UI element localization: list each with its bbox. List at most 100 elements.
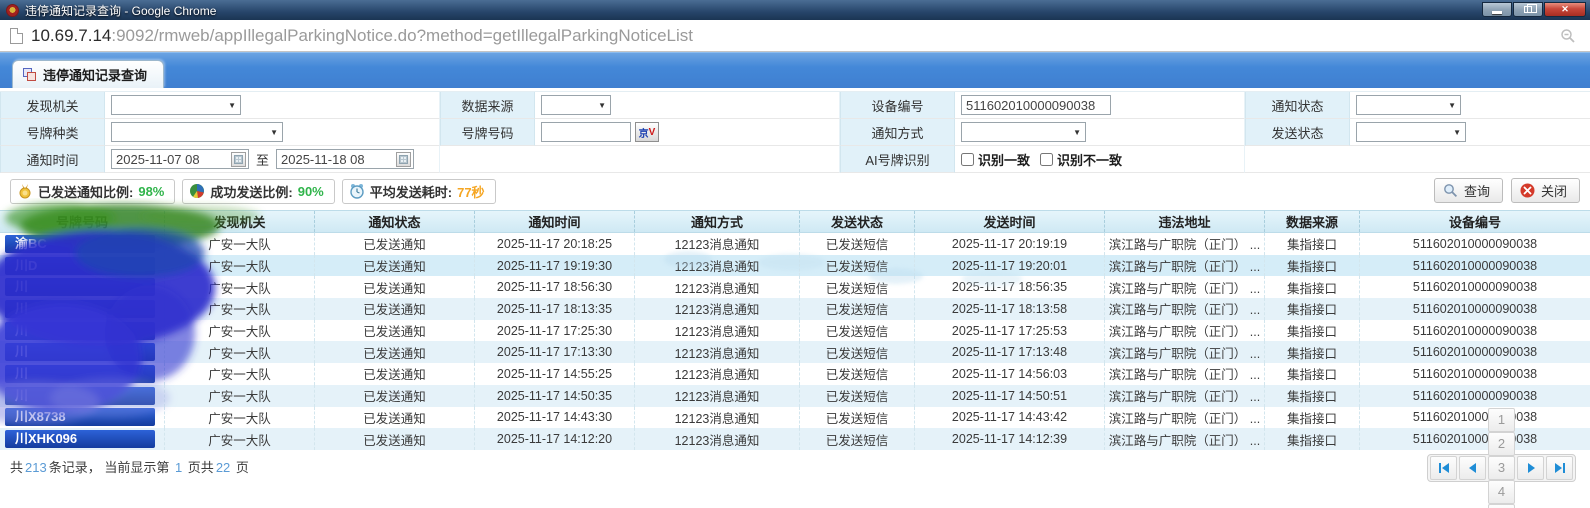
calendar-icon — [234, 154, 243, 164]
cell-notice_method: 12123消息通知 — [635, 428, 800, 450]
plate-no-input[interactable] — [541, 122, 631, 142]
tab-illegal-parking-query[interactable]: 违停通知记录查询 — [12, 60, 165, 88]
page-button-1[interactable]: 1 — [1488, 407, 1515, 432]
table-row[interactable]: 川X8738 广安一大队 已发送通知 2025-11-17 14:43:30 12123… — [0, 406, 1590, 429]
cell-notice_method: 12123消息通知 — [635, 319, 800, 342]
cell-address: 滨江路与广职院（正门） ... — [1105, 276, 1265, 299]
minimize-button[interactable] — [1482, 2, 1512, 17]
address-bar[interactable]: 10.69.7.14:9092/rmweb/appIllegalParkingN… — [0, 20, 1590, 52]
cell-agency: 广安一大队 — [165, 384, 315, 407]
license-plate-chip: 川 — [5, 321, 155, 340]
cell-agency: 广安一大队 — [165, 233, 315, 255]
last-page-icon — [1554, 462, 1565, 473]
table-row[interactable]: 川广安一大队 已发送通知 2025-11-17 17:25:30 12123消息通知已… — [0, 319, 1590, 342]
cell-send_status: 已发送短信 — [800, 254, 915, 277]
notice-time-to-field[interactable]: 2025-11-18 08 — [276, 149, 415, 169]
query-button[interactable]: 查询 — [1433, 178, 1503, 203]
table-row[interactable]: 川广安一大队 已发送通知 2025-11-17 18:13:35 12123消息通知已… — [0, 298, 1590, 320]
page-icon — [10, 27, 23, 44]
ai-mismatch-checkbox[interactable] — [1040, 152, 1054, 166]
notice-method-select[interactable]: ▼ — [961, 122, 1086, 142]
notice-time-from-field[interactable]: 2025-11-07 08 — [111, 149, 249, 169]
cell-plate: 川 — [0, 298, 165, 320]
data-source-select[interactable]: ▼ — [541, 95, 611, 115]
stat-sent-ratio: 已发送通知比例: 98% — [10, 178, 176, 204]
page-button-5[interactable]: 5 — [1488, 503, 1515, 508]
plate-type-label: 号牌种类 — [0, 119, 105, 146]
table-row[interactable]: 川广安一大队 已发送通知 2025-11-17 14:50:35 12123消息通知已… — [0, 384, 1590, 407]
cell-notice_time: 2025-11-17 14:12:20 — [475, 428, 635, 450]
first-page-button[interactable] — [1430, 455, 1457, 480]
plate-type-select[interactable]: ▼ — [111, 122, 283, 142]
page-button-3[interactable]: 3 — [1488, 455, 1515, 480]
cell-notice_time: 2025-11-17 17:25:30 — [475, 319, 635, 342]
close-window-button[interactable]: ✕ — [1544, 2, 1586, 17]
cell-notice_time: 2025-11-17 14:55:25 — [475, 363, 635, 385]
calendar-button[interactable] — [231, 151, 246, 167]
close-button-label: 关闭 — [1540, 184, 1567, 199]
url-path: :9092/rmweb/appIllegalParkingNotice.do?m… — [111, 25, 694, 45]
cell-plate: 川 — [0, 384, 165, 407]
notice-status-select[interactable]: ▼ — [1356, 95, 1461, 115]
next-page-button[interactable] — [1517, 455, 1544, 480]
notice-status-label: 通知状态 — [1245, 92, 1350, 119]
cell-send_status: 已发送短信 — [800, 341, 915, 364]
tab-window-icon — [23, 68, 36, 81]
discover-agency-select[interactable]: ▼ — [111, 95, 241, 115]
calendar-button[interactable] — [396, 151, 412, 167]
cell-device: 511602010000090038 — [1412, 236, 1538, 251]
cell-notice_status: 已发送通知 — [315, 384, 475, 407]
plate-picker-blue-glyph: 京 — [638, 128, 649, 140]
device-no-input[interactable] — [961, 95, 1111, 115]
close-circle-icon — [1520, 183, 1535, 198]
query-form: 发现机关 ▼ 数据来源 ▼ 设备编号 通知状态 ▼ 号牌种类 ▼ 号牌号码 京V… — [0, 91, 1590, 173]
cell-agency: 广安一大队 — [165, 276, 315, 299]
cell-address: 滨江路与广职院（正门） ... — [1105, 341, 1265, 364]
cell-plate: 渝BC — [0, 233, 165, 255]
cell-send_status: 已发送短信 — [800, 384, 915, 407]
url-text[interactable]: 10.69.7.14:9092/rmweb/appIllegalParkingN… — [31, 26, 693, 46]
cell-send_status: 已发送短信 — [800, 319, 915, 342]
page-button-2[interactable]: 2 — [1488, 431, 1515, 456]
close-button[interactable]: 关闭 — [1510, 178, 1580, 203]
column-header: 违法地址 — [1105, 211, 1265, 232]
cell-agency: 广安一大队 — [165, 341, 315, 364]
cell-plate: 川XHK096 — [0, 428, 165, 450]
date-range-to-label: 至 — [256, 152, 270, 168]
cell-device: 511602010000090038 — [1412, 432, 1538, 447]
table-row[interactable]: 川D 广安一大队 已发送通知 2025-11-17 19:19:30 12123消息通知… — [0, 254, 1590, 277]
table-row[interactable]: 川广安一大队 已发送通知 2025-11-17 14:55:25 12123消息通知已… — [0, 363, 1590, 385]
cell-plate: 川 — [0, 319, 165, 342]
cell-notice_status: 已发送通知 — [315, 341, 475, 364]
last-page-button[interactable] — [1546, 455, 1573, 480]
cell-send_time: 2025-11-17 14:56:03 — [915, 363, 1105, 385]
notice-method-label: 通知方式 — [840, 119, 955, 146]
cell-send_status: 已发送短信 — [800, 363, 915, 385]
table-row[interactable]: 川广安一大队 已发送通知 2025-11-17 18:56:30 12123消息通知已… — [0, 276, 1590, 299]
cell-notice_status: 已发送通知 — [315, 233, 475, 255]
page-button-4[interactable]: 4 — [1488, 479, 1515, 504]
cell-notice_status: 已发送通知 — [315, 363, 475, 385]
cell-agency: 广安一大队 — [165, 363, 315, 385]
cell-notice_time: 2025-11-17 18:13:35 — [475, 298, 635, 320]
record-count-info: 共 213 条记录， 当前显示第 1 页共 22 页 — [10, 460, 249, 476]
send-status-select[interactable]: ▼ — [1356, 122, 1466, 142]
table-row[interactable]: 川广安一大队 已发送通知 2025-11-17 17:13:30 12123消息通知已… — [0, 341, 1590, 364]
table-row[interactable]: 川XHK096 广安一大队 已发送通知 2025-11-17 14:12:20 1212… — [0, 428, 1590, 450]
zoom-out-icon[interactable] — [1560, 28, 1576, 44]
table-body: 渝BC 广安一大队 已发送通知 2025-11-17 20:18:25 12123消息通… — [0, 233, 1590, 450]
cell-device: 511602010000090038 — [1412, 410, 1538, 425]
stats-bar: 已发送通知比例: 98% 成功发送比例: 90% 平均发送耗时: 77秒 查询 — [0, 176, 1590, 206]
plate-keyboard-button[interactable]: 京V — [635, 122, 659, 142]
cell-address: 滨江路与广职院（正门） ... — [1105, 298, 1265, 320]
cell-device: 511602010000090038 — [1412, 301, 1538, 316]
cell-notice_method: 12123消息通知 — [635, 233, 800, 255]
ai-match-checkbox[interactable] — [961, 152, 974, 166]
prev-page-button[interactable] — [1459, 455, 1486, 480]
cell-device: 511602010000090038 — [1412, 280, 1538, 295]
cell-source: 集指接口 — [1265, 428, 1360, 450]
table-row[interactable]: 渝BC 广安一大队 已发送通知 2025-11-17 20:18:25 12123消息通… — [0, 233, 1590, 255]
chevron-down-icon: ▼ — [1453, 127, 1461, 137]
license-plate-chip: 川 — [5, 299, 155, 318]
restore-button[interactable] — [1513, 2, 1543, 17]
